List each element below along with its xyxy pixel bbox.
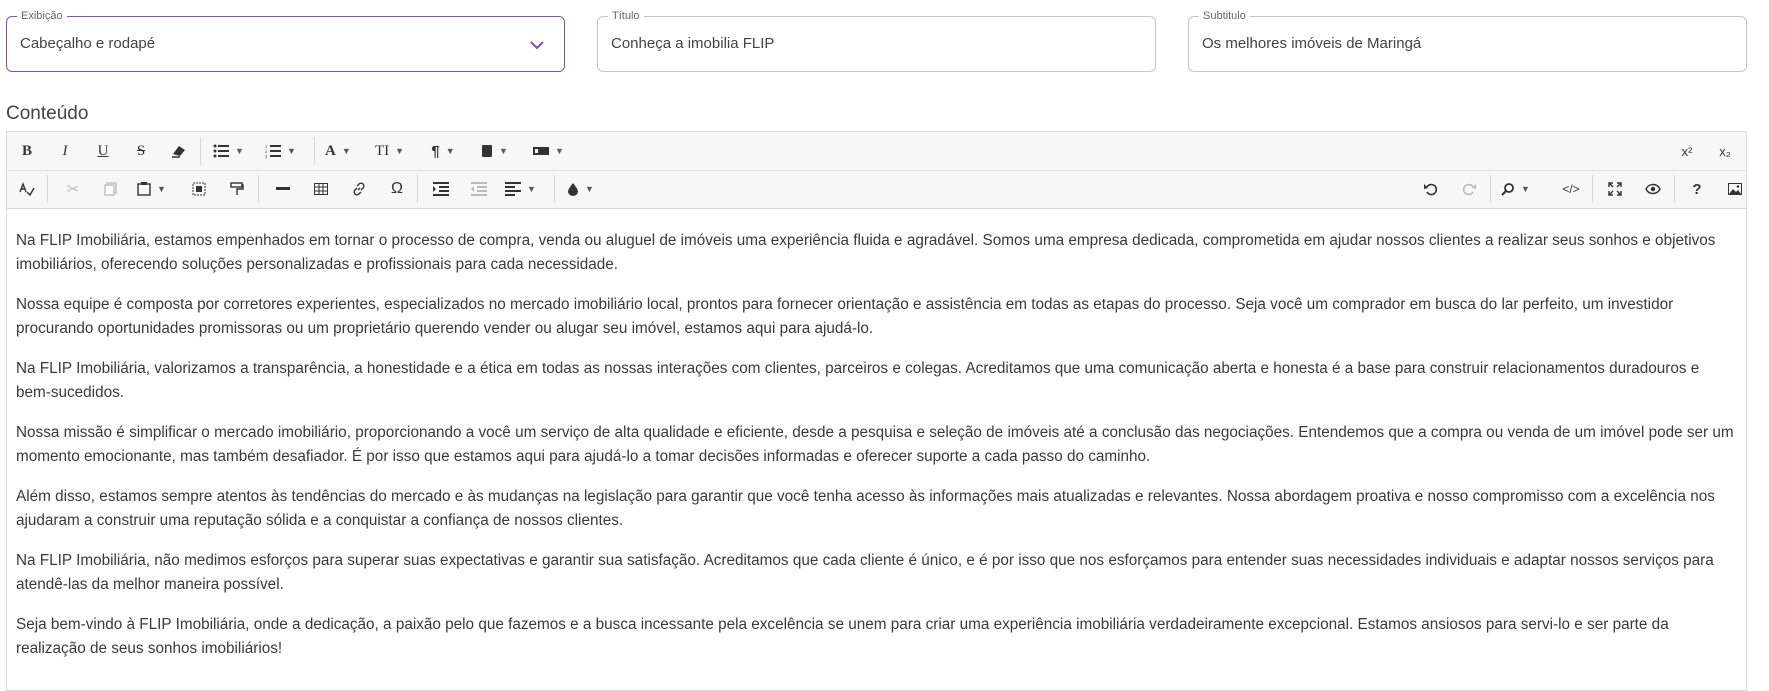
paragraph: Nossa equipe é composta por corretores e…: [16, 296, 1674, 337]
paragraph-button[interactable]: ¶ ▼: [431, 139, 455, 163]
rich-text-editor[interactable]: B I U S ▼ 123 ▼ A ▼ TI ▼ ¶ ▼ ▼ ▼ x² x₂ ✂…: [6, 131, 1747, 691]
indent-icon: [433, 182, 449, 196]
link-icon: [353, 182, 365, 196]
numbered-list-icon: 123: [265, 144, 281, 158]
indent-button[interactable]: [429, 177, 453, 201]
toolbar-separator: [314, 137, 315, 165]
align-button[interactable]: ▼: [505, 177, 536, 201]
exibicao-select[interactable]: Exibição Cabeçalho e rodapé: [6, 9, 565, 72]
toolbar-separator: [258, 175, 259, 203]
search-icon: [1501, 183, 1514, 196]
paragraph: Nossa missão é simplificar o mercado imo…: [16, 424, 1734, 465]
paint-roller-icon: [230, 182, 244, 195]
bulleted-list-button[interactable]: ▼: [213, 139, 244, 163]
toolbar-separator: [1490, 175, 1491, 203]
book-icon: [482, 145, 492, 157]
image-icon: [1728, 183, 1742, 195]
outdent-icon: [471, 182, 487, 196]
numbered-list-button[interactable]: 123 ▼: [265, 139, 296, 163]
search-button[interactable]: ▼: [1501, 177, 1530, 201]
eye-icon: [1645, 183, 1661, 195]
undo-button[interactable]: [1419, 177, 1443, 201]
blocks-icon: [533, 147, 549, 155]
italic-button[interactable]: I: [53, 139, 77, 163]
underline-button[interactable]: U: [91, 139, 115, 163]
conteudo-title: Conteúdo: [6, 103, 89, 124]
align-left-icon: [505, 182, 521, 196]
source-code-button[interactable]: </>: [1559, 177, 1583, 201]
select-all-button[interactable]: [187, 177, 211, 201]
svg-text:3: 3: [265, 154, 268, 158]
image-button[interactable]: [1723, 177, 1747, 201]
paste-button[interactable]: ▼: [137, 177, 166, 201]
drop-icon: [568, 183, 578, 196]
editor-content[interactable]: Na FLIP Imobiliária, estamos empenhados …: [7, 209, 1746, 661]
copy-button[interactable]: [99, 177, 123, 201]
table-button[interactable]: [309, 177, 333, 201]
eraser-icon[interactable]: [167, 139, 191, 163]
preview-button[interactable]: [1641, 177, 1665, 201]
horizontal-rule-icon: [276, 187, 290, 190]
titulo-field[interactable]: Título Conheça a imobilia FLIP: [597, 9, 1156, 72]
bold-button[interactable]: B: [15, 139, 39, 163]
toolbar-row-1: B I U S ▼ 123 ▼ A ▼ TI ▼ ¶ ▼ ▼ ▼ x² x₂: [7, 132, 1746, 171]
subtitulo-field[interactable]: Subtitulo Os melhores imóveis de Maringá: [1188, 9, 1747, 72]
fullscreen-icon: [1608, 182, 1622, 196]
paragraph: Seja bem-vindo à FLIP Imobiliária, onde …: [16, 616, 1669, 657]
toolbar-row-2: ✂ ▼ Ω ▼ ▼ ▼ </> ?: [7, 170, 1746, 208]
titulo-value[interactable]: Conheça a imobilia FLIP: [611, 17, 774, 71]
table-icon: [314, 183, 328, 195]
help-button[interactable]: ?: [1685, 177, 1709, 201]
chevron-down-icon[interactable]: [528, 36, 546, 54]
font-button[interactable]: A ▼: [325, 139, 351, 163]
outdent-button[interactable]: [467, 177, 491, 201]
toolbar-separator: [47, 175, 48, 203]
special-char-button[interactable]: Ω: [385, 177, 409, 201]
cut-button[interactable]: ✂: [61, 177, 85, 201]
undo-icon: [1424, 183, 1438, 196]
blocks-button[interactable]: ▼: [533, 139, 564, 163]
paragraph: Além disso, estamos sempre atentos às te…: [16, 488, 1715, 529]
paste-icon: [137, 182, 151, 196]
bulleted-list-icon: [213, 144, 229, 158]
subtitulo-value[interactable]: Os melhores imóveis de Maringá: [1202, 17, 1421, 71]
exibicao-value: Cabeçalho e rodapé: [20, 35, 156, 52]
class-button[interactable]: ▼: [481, 139, 508, 163]
redo-button[interactable]: [1457, 177, 1481, 201]
spellcheck-icon: [19, 182, 35, 196]
font-size-button[interactable]: TI ▼: [375, 139, 404, 163]
toolbar-separator: [554, 175, 555, 203]
copy-icon: [104, 182, 117, 196]
link-button[interactable]: [347, 177, 371, 201]
horizontal-rule-button[interactable]: [271, 177, 295, 201]
redo-icon: [1462, 183, 1476, 196]
toolbar-separator: [417, 175, 418, 203]
strikethrough-button[interactable]: S: [129, 139, 153, 163]
superscript-button[interactable]: x²: [1675, 139, 1699, 163]
toolbar-separator: [200, 137, 201, 165]
toolbar-separator: [1592, 175, 1593, 203]
format-painter-button[interactable]: [225, 177, 249, 201]
spellcheck-button[interactable]: [15, 177, 39, 201]
select-all-icon: [192, 182, 206, 196]
paragraph: Na FLIP Imobiliária, valorizamos a trans…: [16, 360, 1700, 401]
paragraph: Na FLIP Imobiliária, não medimos esforço…: [16, 552, 1714, 593]
fullscreen-button[interactable]: [1603, 177, 1627, 201]
subscript-button[interactable]: x₂: [1713, 139, 1737, 163]
paragraph: Na FLIP Imobiliária, estamos empenhados …: [16, 232, 1716, 273]
editor-toolbar: B I U S ▼ 123 ▼ A ▼ TI ▼ ¶ ▼ ▼ ▼ x² x₂ ✂…: [7, 132, 1746, 209]
color-button[interactable]: ▼: [567, 177, 594, 201]
toolbar-separator: [1674, 175, 1675, 203]
